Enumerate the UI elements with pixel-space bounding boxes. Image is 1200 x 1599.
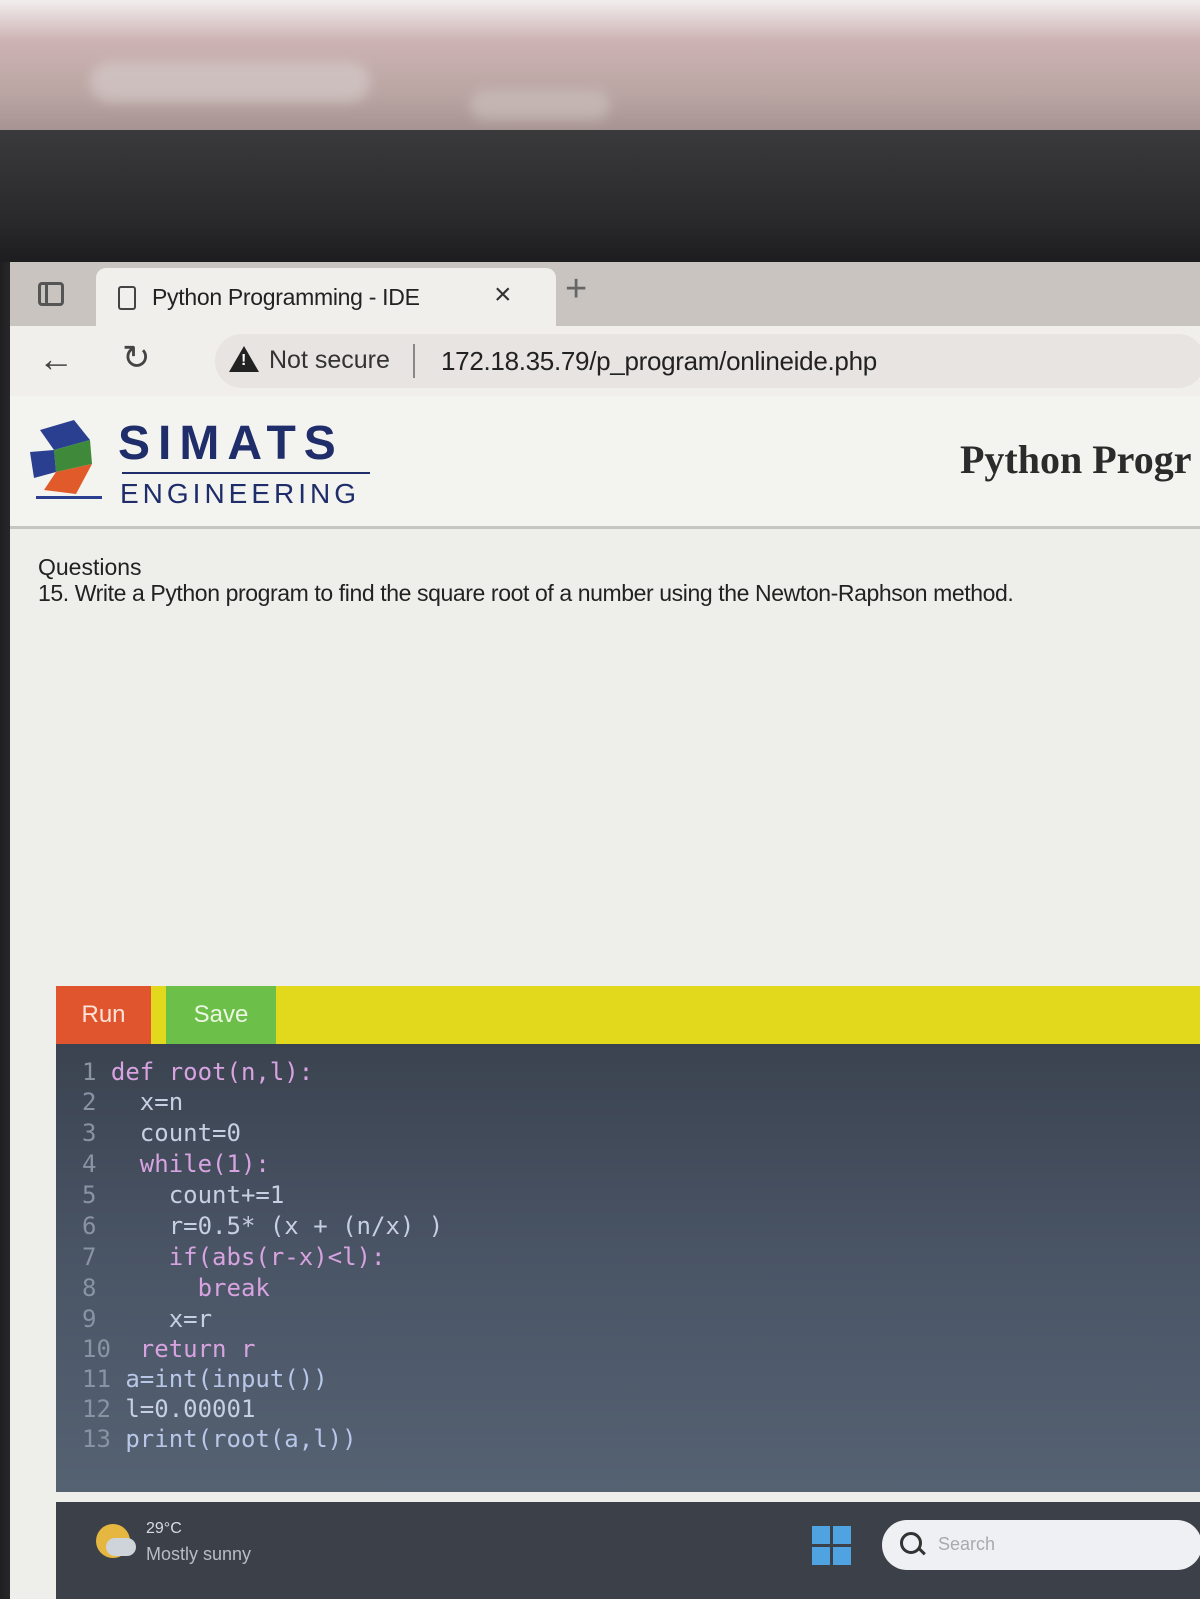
- run-button[interactable]: Run: [56, 986, 151, 1044]
- brand-underline: [122, 472, 370, 474]
- code-line[interactable]: 6 r=0.5* (x + (n/x) ): [82, 1212, 443, 1240]
- code-line[interactable]: 9 x=r: [82, 1305, 212, 1333]
- brand-subtitle: ENGINEERING: [120, 478, 361, 509]
- line-number: 1: [82, 1058, 97, 1086]
- reload-icon[interactable]: ↻: [122, 338, 151, 378]
- tab-strip: Python Programming - IDE × +: [10, 262, 1200, 326]
- url-text[interactable]: 172.18.35.79/p_program/onlineide.php: [441, 346, 877, 377]
- code-line[interactable]: 10 return r: [82, 1335, 255, 1363]
- code-line[interactable]: 1 def root(n,l):: [82, 1058, 313, 1086]
- tab-title: Python Programming - IDE: [152, 284, 420, 310]
- code-text[interactable]: r=0.5* (x + (n/x) ): [111, 1212, 444, 1240]
- taskbar-search-input[interactable]: Search: [882, 1520, 1200, 1570]
- line-number: 7: [82, 1243, 97, 1271]
- code-editor[interactable]: 1 def root(n,l): 2 x=n 3 count=0 4 while…: [56, 1044, 1200, 1492]
- code-text[interactable]: count=0: [111, 1119, 241, 1147]
- code-text[interactable]: l=0.00001: [125, 1395, 255, 1423]
- line-number: 9: [82, 1305, 97, 1333]
- code-line[interactable]: 12 l=0.00001: [82, 1395, 255, 1423]
- line-number: 2: [82, 1088, 97, 1116]
- page-content: SIMATS ENGINEERING Python Progr Question…: [10, 396, 1200, 1599]
- address-bar[interactable]: Not secure 172.18.35.79/p_program/online…: [215, 334, 1200, 388]
- divider: [413, 344, 415, 378]
- code-text[interactable]: count+=1: [111, 1181, 285, 1209]
- weather-sun-cloud-icon[interactable]: [96, 1524, 136, 1558]
- windows-start-icon[interactable]: [812, 1526, 852, 1566]
- warning-icon[interactable]: [229, 346, 259, 372]
- code-text[interactable]: break: [111, 1274, 270, 1302]
- page-icon: [118, 286, 136, 310]
- code-line[interactable]: 8 break: [82, 1274, 270, 1302]
- os-taskbar: 29°C Mostly sunny Search: [56, 1502, 1200, 1599]
- new-tab-button[interactable]: +: [565, 268, 587, 311]
- weather-condition[interactable]: Mostly sunny: [146, 1544, 251, 1565]
- code-line[interactable]: 5 count+=1: [82, 1181, 284, 1209]
- line-number: 6: [82, 1212, 97, 1240]
- code-line[interactable]: 2 x=n: [82, 1088, 183, 1116]
- search-placeholder: Search: [938, 1534, 996, 1554]
- line-number: 3: [82, 1119, 97, 1147]
- browser-toolbar: ← ↻ Not secure 172.18.35.79/p_program/on…: [10, 326, 1200, 396]
- save-button[interactable]: Save: [166, 986, 276, 1044]
- line-number: 10: [82, 1335, 111, 1363]
- monitor-screen: Python Programming - IDE × + ← ↻ Not sec…: [10, 262, 1200, 1599]
- editor-toolbar: Run Save: [56, 986, 1200, 1044]
- code-line[interactable]: 3 count=0: [82, 1119, 241, 1147]
- search-icon: [900, 1532, 922, 1554]
- line-number: 12: [82, 1395, 111, 1423]
- question-text: 15. Write a Python program to find the s…: [38, 580, 1014, 606]
- code-line[interactable]: 11 a=int(input()): [82, 1365, 328, 1393]
- code-line[interactable]: 13 print(root(a,l)): [82, 1425, 357, 1453]
- code-text[interactable]: x=r: [111, 1305, 212, 1333]
- background-blur: [470, 90, 610, 120]
- code-text[interactable]: while(1):: [111, 1150, 270, 1178]
- line-number: 8: [82, 1274, 97, 1302]
- line-number: 4: [82, 1150, 97, 1178]
- monitor-bezel-top: [0, 130, 1200, 262]
- code-text[interactable]: print(root(a,l)): [125, 1425, 356, 1453]
- background-blur: [90, 62, 370, 102]
- close-icon[interactable]: ×: [494, 278, 512, 312]
- back-arrow-icon[interactable]: ←: [38, 338, 74, 380]
- code-line[interactable]: 7 if(abs(r-x)<l):: [82, 1243, 385, 1271]
- code-text[interactable]: x=n: [111, 1088, 183, 1116]
- line-number: 5: [82, 1181, 97, 1209]
- code-text[interactable]: return r: [125, 1335, 256, 1363]
- brand-name: SIMATS: [118, 417, 344, 470]
- browser-tab[interactable]: Python Programming - IDE ×: [96, 268, 556, 326]
- line-number: 13: [82, 1425, 111, 1453]
- code-line[interactable]: 4 while(1):: [82, 1150, 270, 1178]
- tab-actions-icon[interactable]: [38, 282, 64, 306]
- line-number: 11: [82, 1365, 111, 1393]
- code-text[interactable]: def root(n,l):: [111, 1058, 313, 1086]
- code-text[interactable]: a=int(input()): [125, 1365, 327, 1393]
- simats-logo-icon: [30, 420, 102, 499]
- code-text[interactable]: if(abs(r-x)<l):: [111, 1243, 386, 1271]
- course-title: Python Progr: [960, 437, 1192, 482]
- security-label[interactable]: Not secure: [269, 346, 390, 375]
- questions-heading: Questions: [38, 554, 142, 580]
- weather-temperature[interactable]: 29°C: [146, 1520, 182, 1538]
- site-header: SIMATS ENGINEERING Python Progr: [10, 396, 1200, 529]
